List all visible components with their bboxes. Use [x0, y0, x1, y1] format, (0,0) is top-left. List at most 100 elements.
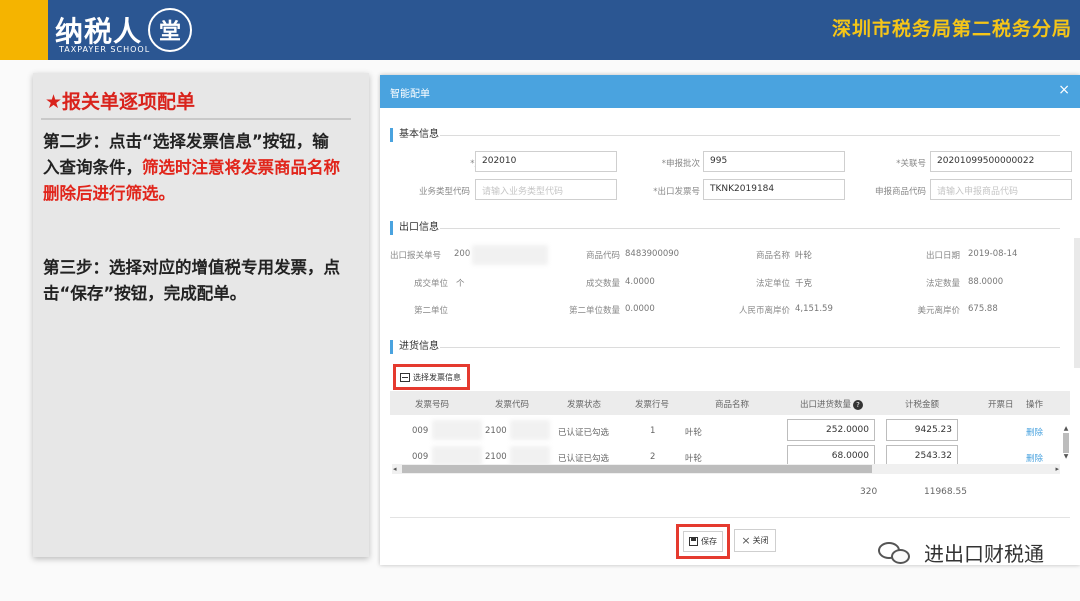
scroll-thumb[interactable] — [402, 465, 872, 473]
list-icon — [400, 372, 410, 382]
deal-unit-value: 个 — [456, 279, 465, 289]
second-qty-label: 第二单位数量 — [568, 306, 620, 316]
col-taxable-amount: 计税金额 — [905, 400, 940, 410]
logo-mark: 堂 — [148, 8, 193, 52]
instruction-panel: ★报关单逐项配单 第二步：点击“选择发票信息”按钮，输入查询条件，筛选时注意将发… — [33, 73, 369, 557]
close-button[interactable]: × 关闭 — [734, 529, 776, 552]
goods-code-label: 商品代码 — [585, 251, 620, 261]
redacted-area — [510, 420, 550, 440]
legal-qty-label: 法定数量 — [925, 279, 960, 289]
customs-link-label: *关联号 — [896, 159, 926, 169]
invoice-table-header: 发票号码 发票代码 发票状态 发票行号 商品名称 出口进货数量? 计税金额 开票… — [390, 391, 1070, 415]
second-qty-value: 0.0000 — [625, 304, 655, 314]
goods-name-value: 叶轮 — [795, 251, 813, 261]
usd-price-label: 美元离岸价 — [917, 306, 960, 316]
dialog-title: 智能配单 — [390, 89, 430, 100]
export-invoice-label: *出口发票号 — [653, 187, 700, 197]
footer-divider — [390, 517, 1070, 518]
header-bar: 纳税人 堂 TAXPAYER SCHOOL 深圳市税务局第二税务分局 — [0, 0, 1080, 60]
second-unit-label: 第二单位 — [413, 306, 448, 316]
biz-type-label: 业务类型代码 — [418, 187, 470, 197]
decl-no-label: 出口报关单号 — [390, 251, 442, 261]
step-two-text: 第二步：点击“选择发票信息”按钮，输入查询条件，筛选时注意将发票商品名称删除后进… — [43, 129, 343, 207]
watermark-text: 进出口财税通 — [924, 542, 1044, 566]
section-divider — [440, 347, 1060, 348]
legal-qty-value: 88.0000 — [968, 277, 1004, 287]
close-label: 关闭 — [752, 536, 769, 545]
logo-text: 纳税人 — [55, 15, 143, 48]
instruction-divider — [41, 118, 351, 120]
batch-label: *申报批次 — [661, 159, 700, 169]
wechat-icon — [878, 540, 912, 566]
rmb-price-value: 4,151.59 — [795, 304, 833, 314]
col-invoice-code: 发票代码 — [495, 400, 530, 410]
section-basic-info: 基本信息 — [390, 128, 439, 142]
step-three-text: 第三步：选择对应的增值税专用发票，点击“保存”按钮，完成配单。 — [43, 258, 340, 303]
goods-code-input[interactable]: 请输入申报商品代码 — [930, 179, 1072, 200]
redacted-area — [510, 446, 550, 466]
deal-unit-label: 成交单位 — [413, 279, 448, 289]
vertical-scrollbar[interactable]: ▲ ▼ — [1062, 425, 1070, 471]
slide: 纳税人 堂 TAXPAYER SCHOOL 深圳市税务局第二税务分局 ★报关单逐… — [0, 0, 1080, 601]
deal-qty-label: 成交数量 — [585, 279, 620, 289]
edge-tab — [1074, 238, 1080, 368]
horizontal-scrollbar[interactable]: ◂ ▸ — [392, 464, 1060, 474]
close-icon: × — [741, 534, 751, 547]
rmb-price-label: 人民币离岸价 — [738, 306, 790, 316]
smart-match-dialog: 智能配单 × 基本信息 *所属期 202010 *申报批次 995 *关联号 2… — [380, 75, 1080, 565]
redacted-area — [432, 420, 482, 440]
total-qty: 320 — [860, 487, 878, 497]
choose-invoice-button[interactable]: 选择发票信息 — [393, 364, 470, 390]
logo: 纳税人 堂 TAXPAYER SCHOOL — [55, 4, 193, 56]
col-goods-name: 商品名称 — [715, 400, 750, 410]
batch-input[interactable]: 995 — [703, 151, 845, 172]
scroll-left-icon[interactable]: ◂ — [393, 464, 397, 474]
save-icon — [689, 537, 698, 546]
goods-code-label: 申报商品代码 — [874, 187, 926, 197]
export-qty-input[interactable]: 252.0000 — [787, 419, 875, 441]
line-no-cell: 2 — [650, 452, 656, 462]
scroll-down-icon[interactable]: ▼ — [1062, 453, 1070, 461]
export-invoice-input[interactable]: TKNK2019184 — [703, 179, 845, 200]
deal-qty-value: 4.0000 — [625, 277, 655, 287]
goods-name-label: 商品名称 — [755, 251, 790, 261]
line-no-cell: 1 — [650, 426, 656, 436]
col-invoice-status: 发票状态 — [567, 400, 602, 410]
invoice-code-cell: 2100 — [485, 426, 507, 436]
scroll-right-icon[interactable]: ▸ — [1055, 464, 1059, 474]
col-operation: 操作 — [1026, 400, 1044, 410]
col-export-qty-label: 出口进货数量 — [800, 400, 852, 410]
help-icon[interactable]: ? — [853, 400, 864, 410]
col-invoice-date: 开票日 — [988, 400, 1014, 410]
instruction-title: ★报关单逐项配单 — [45, 91, 196, 113]
section-export-info: 出口信息 — [390, 221, 439, 235]
export-date-label: 出口日期 — [925, 251, 960, 261]
col-export-qty: 出口进货数量? — [800, 398, 864, 410]
section-divider — [440, 228, 1060, 229]
watermark: 进出口财税通 — [878, 538, 1044, 567]
scroll-thumb[interactable] — [1063, 433, 1069, 453]
delete-link[interactable]: 删除 — [1026, 426, 1043, 438]
delete-link[interactable]: 删除 — [1026, 452, 1043, 464]
period-input[interactable]: 202010 — [475, 151, 617, 172]
invoice-status-cell: 已认证已勾选 — [558, 454, 610, 464]
bureau-name: 深圳市税务局第二税务分局 — [831, 18, 1072, 40]
save-button-highlight: 保存 — [676, 524, 730, 559]
table-row: 009 2100 已认证已勾选 1 叶轮 252.0000 9425.23 删除 — [390, 418, 1060, 444]
choose-invoice-label: 选择发票信息 — [413, 372, 461, 382]
invoice-no-cell: 009 — [412, 426, 429, 436]
dialog-titlebar: 智能配单 × — [380, 75, 1080, 108]
export-date-value: 2019-08-14 — [968, 249, 1018, 259]
scroll-up-icon[interactable]: ▲ — [1062, 425, 1070, 433]
biz-type-input[interactable]: 请输入业务类型代码 — [475, 179, 617, 200]
header-accent-stripe — [0, 0, 48, 60]
redacted-area — [432, 446, 482, 466]
taxable-amount-input[interactable]: 9425.23 — [886, 419, 958, 441]
close-icon[interactable]: × — [1058, 82, 1070, 98]
invoice-no-cell: 009 — [412, 452, 429, 462]
customs-link-input[interactable]: 20201099500000022 — [930, 151, 1072, 172]
goods-name-cell: 叶轮 — [685, 454, 703, 464]
legal-unit-label: 法定单位 — [755, 279, 790, 289]
save-button[interactable]: 保存 — [683, 531, 723, 552]
goods-code-value: 8483900090 — [625, 249, 680, 259]
